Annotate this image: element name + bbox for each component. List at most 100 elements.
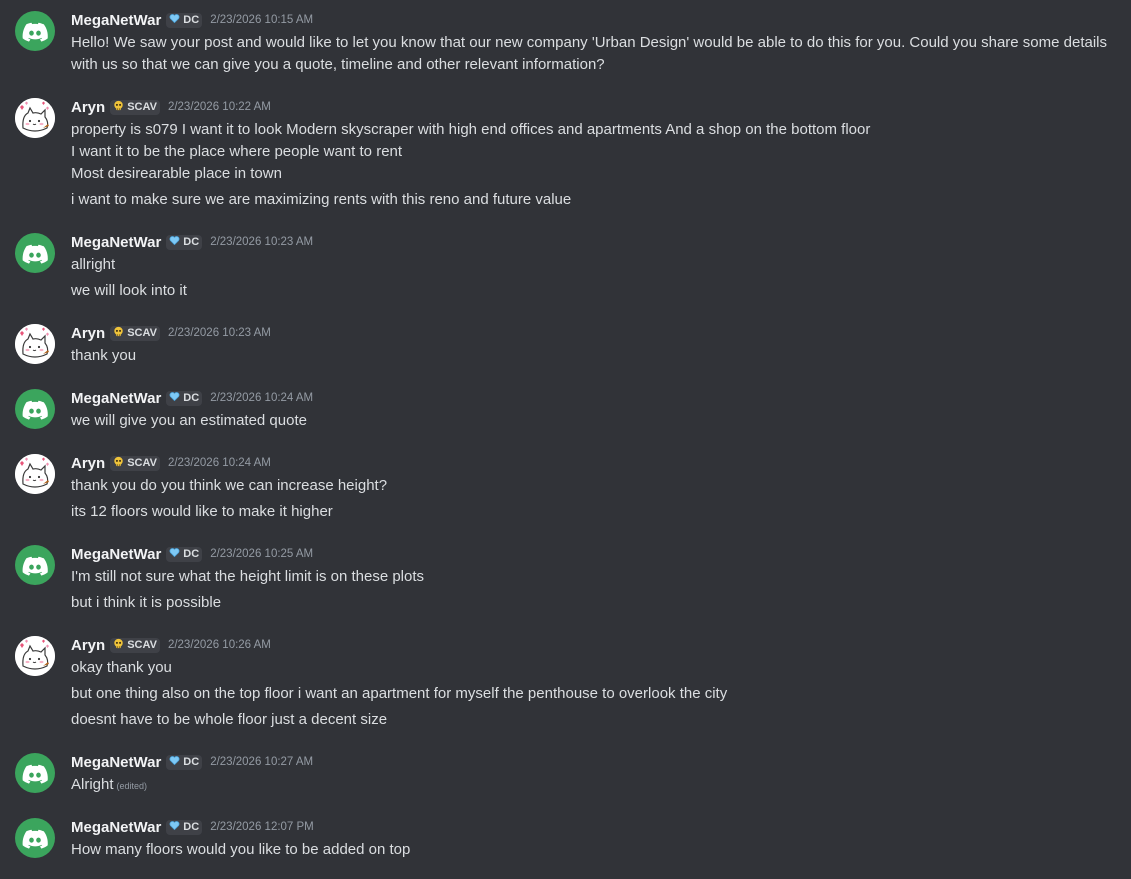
message-text-content: I want it to be the place where people w… bbox=[71, 143, 403, 160]
timestamp[interactable]: 2/23/2026 10:27 AM bbox=[210, 756, 313, 768]
discord-logo-icon[interactable] bbox=[15, 233, 55, 273]
message-text-content: Most desirearable place in town bbox=[71, 165, 282, 182]
server-tag-badge[interactable]: DC bbox=[166, 546, 203, 562]
username[interactable]: MegaNetWar bbox=[71, 819, 161, 836]
discord-logo-icon[interactable] bbox=[15, 753, 55, 793]
server-tag-label: DC bbox=[183, 392, 200, 404]
server-tag-label: DC bbox=[183, 548, 200, 560]
discord-logo-icon[interactable] bbox=[15, 545, 55, 585]
message-text-content: but i think it is possible bbox=[71, 594, 222, 611]
server-tag-badge[interactable]: DC bbox=[166, 390, 203, 406]
username[interactable]: MegaNetWar bbox=[71, 754, 161, 771]
message-text-content: allright bbox=[71, 256, 116, 273]
username[interactable]: MegaNetWar bbox=[71, 12, 161, 29]
discord-logo-icon[interactable] bbox=[15, 818, 55, 858]
blue-heart-icon bbox=[169, 820, 180, 834]
timestamp[interactable]: 2/23/2026 10:23 AM bbox=[210, 236, 313, 248]
timestamp[interactable]: 2/23/2026 10:24 AM bbox=[210, 392, 313, 404]
server-tag-badge[interactable]: DC bbox=[166, 819, 203, 835]
discord-logo-icon[interactable] bbox=[15, 11, 55, 51]
discord-logo-icon[interactable] bbox=[15, 389, 55, 429]
message-text: its 12 floors would like to make it high… bbox=[71, 501, 1117, 523]
server-tag-label: DC bbox=[183, 14, 200, 26]
skull-icon bbox=[113, 456, 124, 470]
username[interactable]: MegaNetWar bbox=[71, 234, 161, 251]
timestamp[interactable]: 2/23/2026 12:07 PM bbox=[210, 821, 314, 833]
message-header: MegaNetWar DC 2/23/2026 10:23 AM bbox=[71, 232, 313, 252]
server-tag-badge[interactable]: SCAV bbox=[110, 325, 160, 341]
message-text: but one thing also on the top floor i wa… bbox=[71, 683, 1117, 705]
message-text-content: we will look into it bbox=[71, 282, 187, 299]
server-tag-label: DC bbox=[183, 236, 200, 248]
message-text: I'm still not sure what the height limit… bbox=[71, 566, 1117, 588]
username[interactable]: MegaNetWar bbox=[71, 546, 161, 563]
message-text-content: property is s079 I want it to look Moder… bbox=[71, 121, 871, 138]
message-text: i want to make sure we are maximizing re… bbox=[71, 189, 1117, 211]
message-text-content: I'm still not sure what the height limit… bbox=[71, 568, 425, 585]
cat-with-hearts-icon[interactable] bbox=[15, 324, 55, 364]
server-tag-label: DC bbox=[183, 821, 200, 833]
message-header: Aryn SCAV 2/23/2026 10:24 AM bbox=[71, 453, 271, 473]
timestamp[interactable]: 2/23/2026 10:26 AM bbox=[168, 639, 271, 651]
message-text: How many floors would you like to be add… bbox=[71, 839, 1117, 861]
cat-with-hearts-icon[interactable] bbox=[15, 454, 55, 494]
blue-heart-icon bbox=[169, 547, 180, 561]
edited-label: (edited) bbox=[116, 781, 148, 791]
server-tag-label: SCAV bbox=[127, 457, 157, 469]
server-tag-badge[interactable]: DC bbox=[166, 12, 203, 28]
message-text: Hello! We saw your post and would like t… bbox=[71, 32, 1117, 76]
server-tag-label: DC bbox=[183, 756, 200, 768]
cat-with-hearts-icon[interactable] bbox=[15, 98, 55, 138]
message-text: thank you bbox=[71, 345, 1117, 367]
skull-icon bbox=[113, 100, 124, 114]
message-header: MegaNetWar DC 2/23/2026 10:27 AM bbox=[71, 752, 313, 772]
server-tag-badge[interactable]: SCAV bbox=[110, 637, 160, 653]
blue-heart-icon bbox=[169, 755, 180, 769]
message-text: we will give you an estimated quote bbox=[71, 410, 1117, 432]
username[interactable]: MegaNetWar bbox=[71, 390, 161, 407]
blue-heart-icon bbox=[169, 235, 180, 249]
server-tag-badge[interactable]: SCAV bbox=[110, 455, 160, 471]
message-header: MegaNetWar DC 2/23/2026 12:07 PM bbox=[71, 817, 314, 837]
server-tag-badge[interactable]: SCAV bbox=[110, 99, 160, 115]
message-text: doesnt have to be whole floor just a dec… bbox=[71, 709, 1117, 731]
message-text-content: Hello! We saw your post and would like t… bbox=[71, 34, 1108, 73]
message-text-content: doesnt have to be whole floor just a dec… bbox=[71, 711, 388, 728]
message-text: Alright (edited) bbox=[71, 774, 1117, 797]
blue-heart-icon bbox=[169, 13, 180, 27]
timestamp[interactable]: 2/23/2026 10:22 AM bbox=[168, 101, 271, 113]
server-tag-label: SCAV bbox=[127, 327, 157, 339]
message-header: Aryn SCAV 2/23/2026 10:22 AM bbox=[71, 97, 271, 117]
timestamp[interactable]: 2/23/2026 10:25 AM bbox=[210, 548, 313, 560]
server-tag-label: SCAV bbox=[127, 101, 157, 113]
message-text-content: thank you do you think we can increase h… bbox=[71, 477, 388, 494]
timestamp[interactable]: 2/23/2026 10:23 AM bbox=[168, 327, 271, 339]
message-text: property is s079 I want it to look Moder… bbox=[71, 119, 1117, 141]
server-tag-badge[interactable]: DC bbox=[166, 754, 203, 770]
message-text-content: okay thank you bbox=[71, 659, 172, 676]
message-text: Most desirearable place in town bbox=[71, 163, 1117, 185]
username[interactable]: Aryn bbox=[71, 325, 105, 342]
timestamp[interactable]: 2/23/2026 10:15 AM bbox=[210, 14, 313, 26]
message-text: we will look into it bbox=[71, 280, 1117, 302]
message-text: but i think it is possible bbox=[71, 592, 1117, 614]
message-text: I want it to be the place where people w… bbox=[71, 141, 1117, 163]
timestamp[interactable]: 2/23/2026 10:24 AM bbox=[168, 457, 271, 469]
message-text-content: How many floors would you like to be add… bbox=[71, 841, 411, 858]
skull-icon bbox=[113, 326, 124, 340]
message-text-content: its 12 floors would like to make it high… bbox=[71, 503, 333, 520]
message-text-content: i want to make sure we are maximizing re… bbox=[71, 191, 572, 208]
server-tag-badge[interactable]: DC bbox=[166, 234, 203, 250]
blue-heart-icon bbox=[169, 391, 180, 405]
message-text-content: but one thing also on the top floor i wa… bbox=[71, 685, 728, 702]
message-header: Aryn SCAV 2/23/2026 10:26 AM bbox=[71, 635, 271, 655]
username[interactable]: Aryn bbox=[71, 637, 105, 654]
skull-icon bbox=[113, 638, 124, 652]
message-text-content: thank you bbox=[71, 347, 137, 364]
cat-with-hearts-icon[interactable] bbox=[15, 636, 55, 676]
username[interactable]: Aryn bbox=[71, 455, 105, 472]
message-text: thank you do you think we can increase h… bbox=[71, 475, 1117, 497]
message-text-content: Alright bbox=[71, 776, 114, 793]
server-tag-label: SCAV bbox=[127, 639, 157, 651]
username[interactable]: Aryn bbox=[71, 99, 105, 116]
